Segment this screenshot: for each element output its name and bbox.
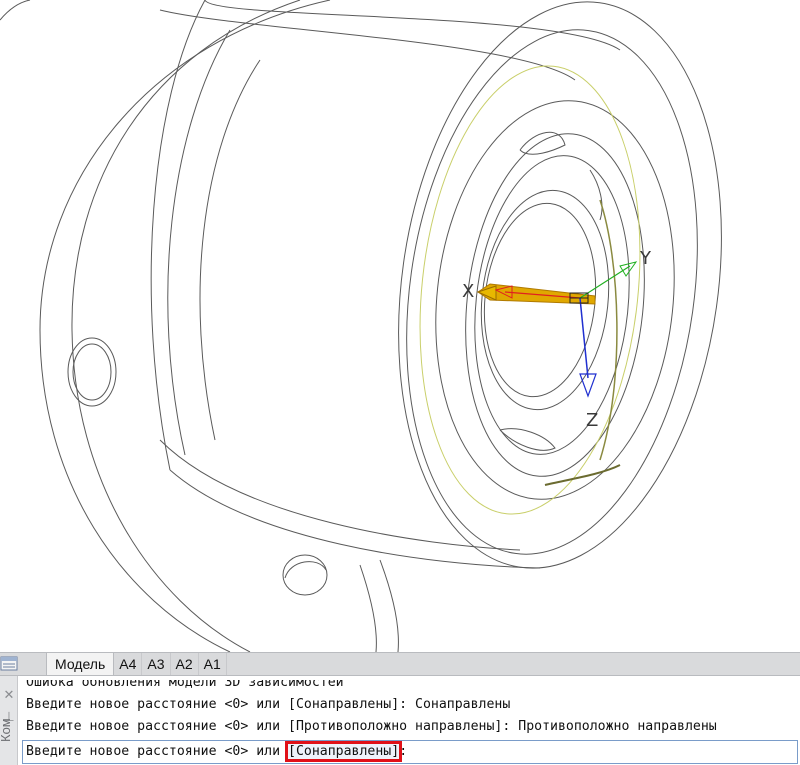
cylinder-bottom-edge [169,469,541,569]
prompt-text: Введите новое расстояние <0> или [26,744,289,759]
prompt-bracket-close: ] [391,744,400,759]
command-history: Ошибка обновления модели 3D зависимостей… [26,680,796,738]
axis-x-label: X [462,281,474,302]
prompt-option-highlight[interactable]: [Сонаправлены] [285,741,403,762]
tab-a3[interactable]: A3 [142,653,171,675]
history-line: Ошибка обновления модели 3D зависимостей [26,680,344,690]
prompt-suffix: : [399,744,408,759]
layout-tab-bar: Модель A4 A3 A2 A1 [0,652,800,676]
prompt-option-codirected[interactable]: Сонаправлены [296,744,391,759]
tab-model[interactable]: Модель [46,653,115,675]
history-line: Введите новое расстояние <0> или [Против… [26,719,717,734]
flange-outer-edge [39,0,331,652]
command-panel-gutter: ✕ ⊥ Ком [0,676,18,765]
close-icon[interactable]: ✕ [0,688,18,703]
history-line: Введите новое расстояние <0> или [Сонапр… [26,697,511,712]
layouts-menu-icon[interactable] [0,655,18,673]
model-drawing: X Y Z [0,0,722,652]
prompt-bracket-open: [ [288,744,296,759]
axis-z-label: Z [586,410,598,431]
flange-hole-bottom [282,554,328,596]
axis-y-label: Y [639,248,652,269]
tab-a1[interactable]: A1 [199,653,227,675]
tab-a4[interactable]: A4 [114,653,143,675]
flange-inner-edge [71,0,301,652]
model-viewport[interactable]: X Y Z [0,0,800,652]
command-input[interactable]: Введите новое расстояние <0> или [Сонапр… [22,740,798,764]
command-line-panel: ✕ ⊥ Ком Ошибка обновления модели 3D зави… [0,676,800,765]
command-panel-label: Ком [0,718,13,742]
cylinder-top-edge [204,0,621,51]
flange-hole-left [67,337,117,407]
tab-a2[interactable]: A2 [171,653,199,675]
